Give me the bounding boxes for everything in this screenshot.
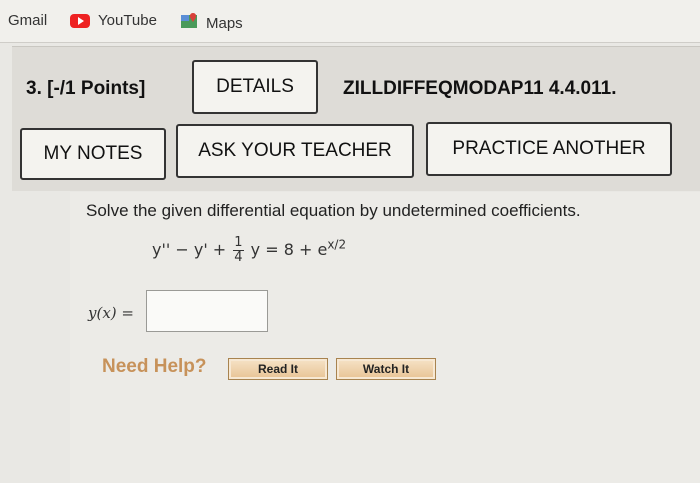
- bookmark-youtube[interactable]: YouTube: [70, 12, 157, 29]
- bookmark-youtube-label: YouTube: [98, 12, 157, 29]
- read-it-button[interactable]: Read It: [228, 358, 328, 380]
- my-notes-button[interactable]: MY NOTES: [20, 128, 166, 180]
- youtube-icon: [70, 13, 90, 28]
- question-number: 3. [-/1 Points]: [26, 78, 146, 99]
- fraction-numerator: 1: [233, 235, 244, 251]
- bookmark-maps-label: Maps: [206, 14, 243, 32]
- bookmarks-bar: Gmail YouTube Maps: [0, 0, 700, 43]
- bookmark-gmail[interactable]: Gmail: [8, 12, 47, 29]
- maps-icon: [180, 12, 198, 34]
- problem-code: ZILLDIFFEQMODAP11 4.4.011.: [343, 78, 617, 99]
- equation-right: y = 8 + e: [250, 240, 328, 259]
- fraction-denominator: 4: [234, 250, 243, 265]
- ask-teacher-button[interactable]: ASK YOUR TEACHER: [176, 124, 414, 178]
- bookmark-gmail-label: Gmail: [8, 12, 48, 29]
- answer-input[interactable]: [146, 290, 268, 332]
- need-help-label: Need Help?: [102, 356, 207, 377]
- details-button[interactable]: DETAILS: [192, 60, 318, 114]
- practice-another-button[interactable]: PRACTICE ANOTHER: [426, 122, 672, 176]
- equation: y'' − y' + 1 4 y = 8 + ex/2: [152, 236, 346, 265]
- answer-label: y(x) =: [88, 304, 134, 322]
- bookmark-maps[interactable]: Maps: [180, 12, 243, 34]
- watch-it-button[interactable]: Watch It: [336, 358, 436, 380]
- equation-exponent: x/2: [327, 237, 347, 252]
- question-prompt: Solve the given differential equation by…: [86, 201, 581, 220]
- equation-left: y'' − y' +: [152, 240, 227, 259]
- equation-fraction: 1 4: [233, 235, 244, 265]
